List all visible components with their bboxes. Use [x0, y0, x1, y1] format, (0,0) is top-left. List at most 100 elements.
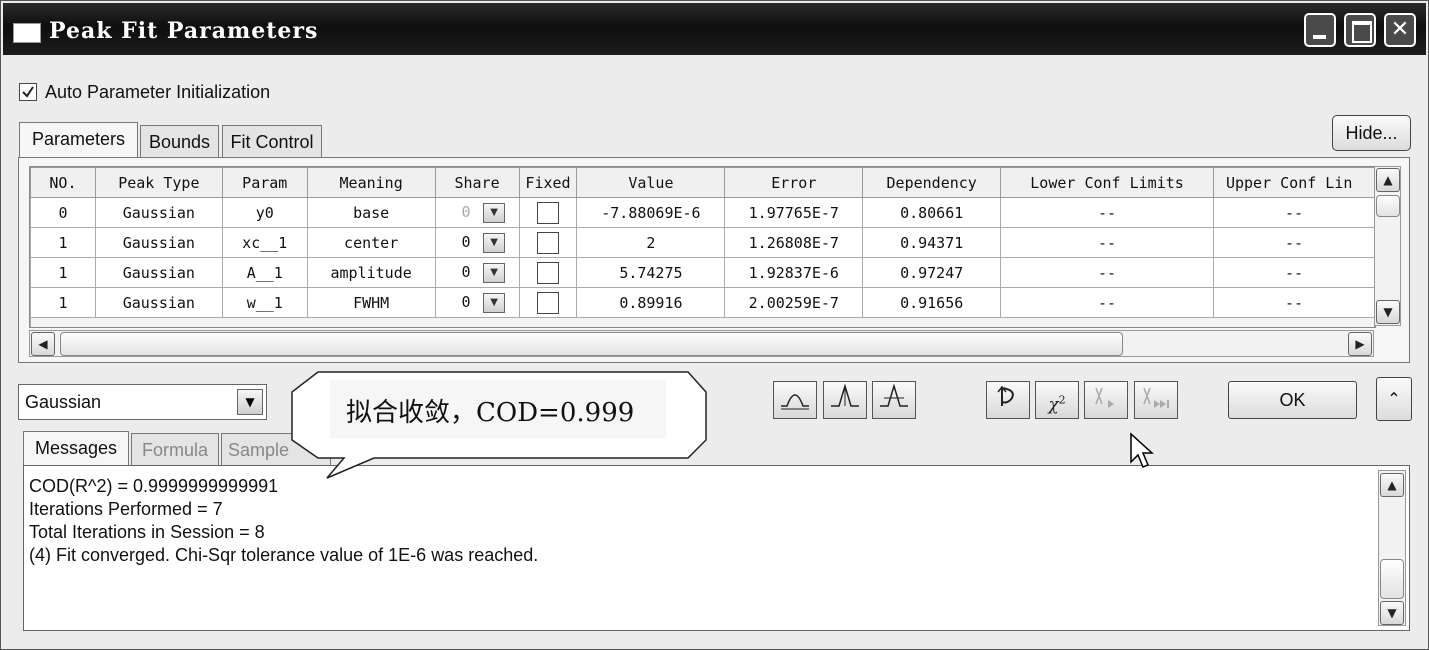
- checkmark-icon: [22, 86, 34, 98]
- table-row: 1 Gaussian w__1 FWHM 0 ▼ 0.89916 2.00259E…: [30, 287, 1375, 318]
- cell-no: 0: [30, 197, 96, 228]
- cell-param: xc__1: [221, 227, 308, 258]
- chi-square-button[interactable]: χ2: [1035, 381, 1079, 419]
- cell-param: w__1: [221, 287, 308, 318]
- col-header-meaning[interactable]: Meaning: [306, 167, 436, 198]
- tab-messages[interactable]: Messages: [23, 431, 129, 467]
- cell-upper-conf: --: [1212, 197, 1375, 228]
- tab-fit-control[interactable]: Fit Control: [222, 125, 322, 159]
- cell-peak-type: Gaussian: [94, 257, 223, 288]
- cell-lower-conf: --: [1000, 257, 1214, 288]
- col-header-value[interactable]: Value: [576, 167, 726, 198]
- col-header-no[interactable]: NO.: [30, 167, 96, 198]
- cell-param: A__1: [221, 257, 308, 288]
- table-row-partial: [30, 317, 1375, 327]
- parameters-panel: NO. Peak Type Param Meaning Share Fixed …: [18, 157, 1410, 363]
- peak-function-dropdown[interactable]: Gaussian ▼: [18, 384, 267, 420]
- ok-button[interactable]: OK: [1228, 381, 1357, 419]
- share-value: 0: [461, 203, 471, 221]
- cell-value[interactable]: 0.89916: [576, 287, 726, 318]
- col-header-share[interactable]: Share: [434, 167, 520, 198]
- undo-button[interactable]: [986, 381, 1030, 419]
- grid-horizontal-scrollbar[interactable]: ◀ ▶: [29, 330, 1374, 357]
- peak-shape-button-1[interactable]: [773, 381, 817, 419]
- tab-sample-curve[interactable]: Sample Curve: [221, 433, 331, 467]
- peak-shape-button-3[interactable]: [872, 381, 916, 419]
- cell-value[interactable]: 5.74275: [576, 257, 726, 288]
- share-dropdown-arrow-icon[interactable]: ▼: [483, 232, 506, 253]
- share-dropdown-arrow-icon[interactable]: ▼: [483, 202, 506, 223]
- chi-square-icon: χ2: [1048, 393, 1066, 415]
- cell-share: 0 ▼: [434, 227, 520, 258]
- maximize-button[interactable]: [1344, 13, 1376, 47]
- message-line: COD(R^2) = 0.9999999999991: [29, 476, 279, 496]
- message-line: (4) Fit converged. Chi-Sqr tolerance val…: [29, 545, 539, 565]
- cell-fixed: [518, 197, 578, 228]
- chevron-down-icon[interactable]: ▼: [237, 389, 263, 415]
- cell-dependency: 0.94371: [862, 227, 1002, 258]
- messages-vertical-scrollbar[interactable]: ▲ ▼: [1378, 470, 1406, 626]
- peak-shape-icon: [831, 383, 859, 407]
- undo-icon: [997, 385, 1014, 406]
- scroll-up-icon[interactable]: ▲: [1380, 473, 1404, 497]
- messages-scroll-thumb[interactable]: [1380, 559, 1404, 599]
- fixed-checkbox[interactable]: [537, 231, 559, 254]
- cell-no: 1: [30, 257, 96, 288]
- cell-peak-type: Gaussian: [94, 287, 223, 318]
- cell-meaning: amplitude: [306, 257, 436, 288]
- scroll-up-icon[interactable]: ▲: [1376, 168, 1400, 192]
- fit-one-iteration-icon: [1095, 387, 1114, 408]
- cell-fixed: [518, 287, 578, 318]
- title-bar[interactable]: Peak Fit Parameters ✕: [3, 3, 1426, 55]
- peak-shape-button-2[interactable]: [823, 381, 867, 419]
- share-dropdown-arrow-icon[interactable]: ▼: [483, 292, 506, 313]
- fit-one-iteration-button[interactable]: [1084, 381, 1128, 419]
- col-header-dependency[interactable]: Dependency: [862, 167, 1002, 198]
- grid-vertical-scrollbar[interactable]: ▲ ▼: [1374, 166, 1401, 326]
- cell-value[interactable]: -7.88069E-6: [576, 197, 726, 228]
- fixed-checkbox[interactable]: [537, 261, 559, 284]
- col-header-param[interactable]: Param: [221, 167, 308, 198]
- tab-formula[interactable]: Formula: [131, 433, 219, 467]
- table-row: 1 Gaussian A__1 amplitude 0 ▼ 5.74275 1.9…: [30, 257, 1375, 288]
- table-row: 1 Gaussian xc__1 center 0 ▼ 2 1.26808E-7 …: [30, 227, 1375, 258]
- col-header-upper-conf[interactable]: Upper Conf Lin: [1212, 167, 1375, 198]
- tab-bounds[interactable]: Bounds: [140, 125, 219, 159]
- collapse-button[interactable]: ⌃: [1376, 377, 1412, 421]
- scroll-right-icon[interactable]: ▶: [1348, 332, 1372, 356]
- cell-share: 0 ▼: [434, 257, 520, 288]
- cell-fixed: [518, 227, 578, 258]
- fixed-checkbox[interactable]: [537, 291, 559, 314]
- scroll-left-icon[interactable]: ◀: [31, 332, 55, 356]
- cell-value[interactable]: 2: [576, 227, 726, 258]
- col-header-error[interactable]: Error: [724, 167, 864, 198]
- table-header-row: NO. Peak Type Param Meaning Share Fixed …: [30, 167, 1375, 198]
- close-button[interactable]: ✕: [1384, 13, 1416, 47]
- cell-error: 2.00259E-7: [724, 287, 864, 318]
- hide-button[interactable]: Hide...: [1332, 115, 1411, 151]
- scroll-down-icon[interactable]: ▼: [1380, 601, 1404, 625]
- col-header-lower-conf[interactable]: Lower Conf Limits: [1000, 167, 1214, 198]
- auto-init-checkbox[interactable]: [19, 83, 37, 101]
- cell-dependency: 0.80661: [862, 197, 1002, 228]
- peak-shape-icon: [781, 394, 809, 410]
- share-value: 0: [461, 263, 471, 281]
- cell-partial-row: [30, 317, 1375, 327]
- cell-peak-type: Gaussian: [94, 227, 223, 258]
- cell-param: y0: [221, 197, 308, 228]
- grid-vertical-scroll-thumb[interactable]: [1376, 195, 1400, 217]
- messages-panel: COD(R^2) = 0.9999999999991 Iterations Pe…: [23, 465, 1410, 631]
- cell-fixed: [518, 257, 578, 288]
- peak-shape-icon: [880, 383, 908, 407]
- cursor-arrow-icon: [1130, 432, 1154, 468]
- cell-no: 1: [30, 287, 96, 318]
- minimize-button[interactable]: [1304, 13, 1336, 47]
- share-dropdown-arrow-icon[interactable]: ▼: [483, 262, 506, 283]
- scroll-down-icon[interactable]: ▼: [1376, 300, 1400, 324]
- col-header-fixed[interactable]: Fixed: [518, 167, 578, 198]
- col-header-peak-type[interactable]: Peak Type: [94, 167, 223, 198]
- fit-until-converged-button[interactable]: [1134, 381, 1178, 419]
- tab-parameters[interactable]: Parameters: [19, 122, 138, 158]
- fixed-checkbox[interactable]: [537, 201, 559, 224]
- grid-horizontal-scroll-thumb[interactable]: [60, 332, 1123, 356]
